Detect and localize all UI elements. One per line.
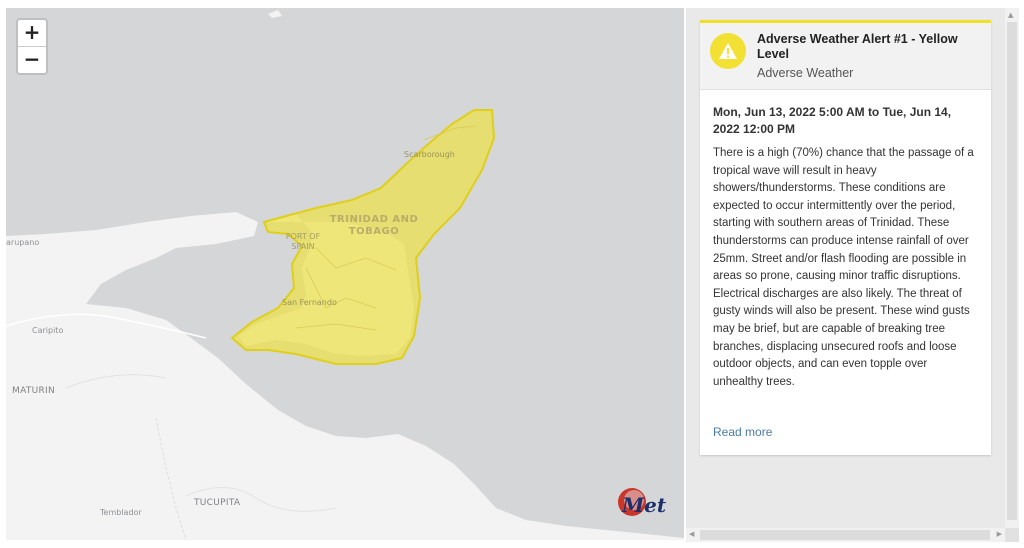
alert-dates: Mon, Jun 13, 2022 5:00 AM to Tue, Jun 14… xyxy=(713,105,952,136)
alert-card: Adverse Weather Alert #1 - Yellow Level … xyxy=(700,20,991,455)
label-tucupita: TUCUPITA xyxy=(194,498,241,508)
label-trinidad-and-tobago: TRINIDAD AND TOBAGO xyxy=(329,214,419,237)
vertical-scrollbar[interactable]: ▲ xyxy=(1005,8,1019,528)
label-san-fernando: San Fernando xyxy=(282,298,337,307)
warning-icon xyxy=(710,33,746,69)
alert-card-header: Adverse Weather Alert #1 - Yellow Level … xyxy=(700,23,991,90)
zoom-in-button[interactable]: + xyxy=(18,20,46,46)
zoom-out-button[interactable]: − xyxy=(18,46,46,73)
scrollbar-corner xyxy=(1005,528,1019,542)
alert-subtitle: Adverse Weather xyxy=(757,66,854,80)
label-port-of-spain: PORT OF SPAIN xyxy=(285,232,321,251)
alert-description: There is a high (70%) chance that the pa… xyxy=(713,147,974,388)
alert-panel: Adverse Weather Alert #1 - Yellow Level … xyxy=(686,8,1005,528)
scroll-left-icon[interactable]: ◀ xyxy=(689,530,694,538)
scroll-right-icon[interactable]: ▶ xyxy=(997,530,1002,538)
svg-text:Met: Met xyxy=(621,493,667,517)
label-maturin: MATURIN xyxy=(12,386,56,396)
met-service-logo: Met xyxy=(612,484,674,530)
alert-title: Adverse Weather Alert #1 - Yellow Level xyxy=(757,32,958,61)
label-scarborough: Scarborough xyxy=(404,150,455,159)
map-canvas xyxy=(6,10,684,540)
horizontal-scrollbar[interactable]: ◀ ▶ xyxy=(686,528,1005,542)
horizontal-scroll-thumb[interactable] xyxy=(700,530,990,540)
label-temblador: Temblador xyxy=(100,508,142,517)
zoom-control: + − xyxy=(16,18,48,75)
weather-map[interactable]: + − TRINIDAD AND TOBAGO PORT OF SPAIN Sa… xyxy=(6,8,684,540)
read-more-link[interactable]: Read more xyxy=(713,425,772,439)
label-caripito: Caripito xyxy=(32,326,64,335)
label-carupano: arupano xyxy=(6,238,40,247)
scroll-up-icon[interactable]: ▲ xyxy=(1008,11,1013,19)
vertical-scroll-thumb[interactable] xyxy=(1007,22,1017,520)
